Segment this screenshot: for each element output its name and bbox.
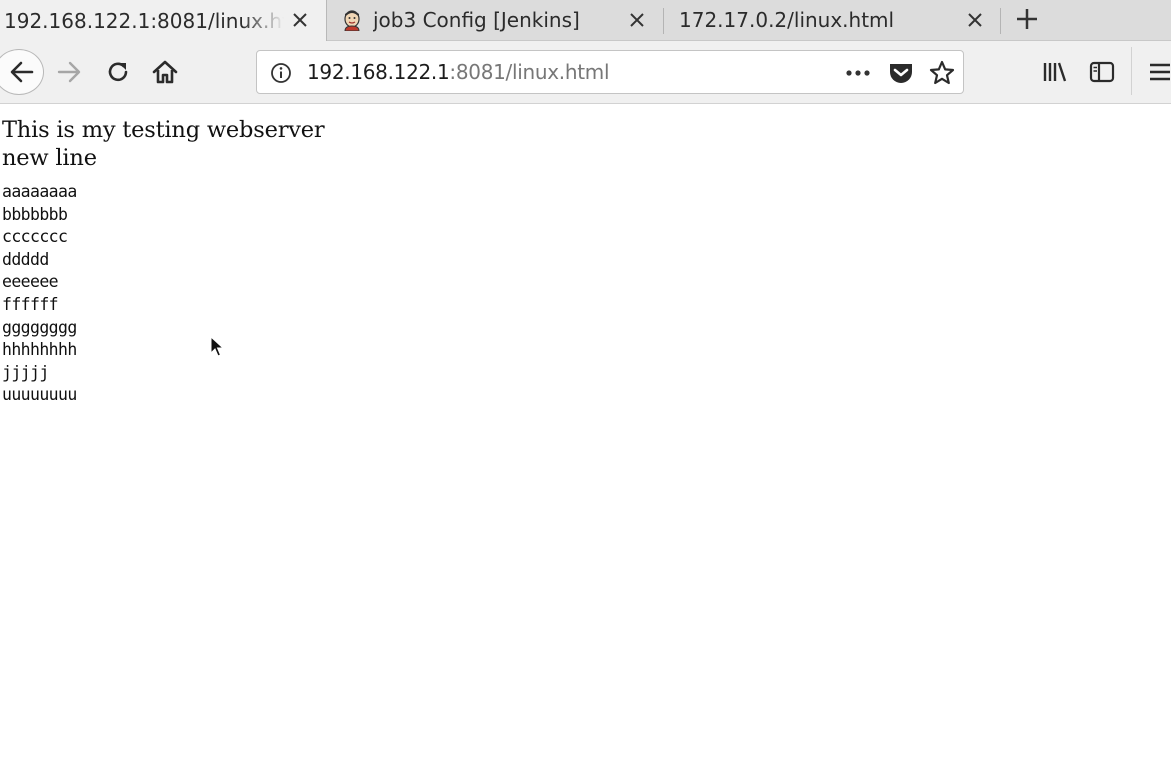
tab-linux-8081[interactable]: 192.168.122.1:8081/linux.html [0,0,327,41]
library-icon [1043,62,1067,82]
toolbar-separator [1131,47,1132,95]
navigation-toolbar: 192.168.122.1:8081/linux.html [0,41,1171,104]
page-info-button[interactable] [269,61,293,85]
info-icon [271,63,291,83]
tab-strip: 192.168.122.1:8081/linux.html job3 Confi… [0,0,1171,41]
text-line: ffffff [2,294,59,314]
text-lines: aaaaaaaa bbbbbbb ccccccc ddddd eeeeee ff… [2,181,324,407]
library-button[interactable] [1040,57,1070,87]
text-line: aaaaaaaa [2,182,77,201]
home-button[interactable] [150,57,180,87]
forward-button[interactable] [54,57,84,87]
reload-button[interactable] [103,57,133,87]
page-actions-button[interactable] [843,61,873,85]
pocket-icon [890,64,912,83]
star-icon [929,60,955,85]
page-content: This is my testing webserver new line aa… [2,116,325,407]
page-heading: This is my testing webserver new line [2,116,325,172]
pocket-button[interactable] [887,60,915,86]
arrow-right-icon [57,61,81,83]
back-button[interactable] [0,49,44,95]
close-icon[interactable] [963,8,987,32]
text-line: jjjjj [2,362,49,382]
plus-icon [1017,9,1037,29]
tab-separator [1000,8,1001,34]
home-icon [152,60,178,84]
text-line: eeeeee [2,272,59,292]
new-tab-button[interactable] [1012,4,1042,34]
text-line: bbbbbbb [2,204,68,224]
arrow-left-icon [10,61,34,83]
tab-title: 172.17.0.2/linux.html [679,8,895,32]
mouse-cursor-icon [210,336,224,357]
menu-icon [1150,63,1170,81]
sidebar-icon [1089,61,1115,83]
more-icon [846,70,870,76]
heading-line: new line [2,145,97,171]
tab-linux-docker[interactable]: 172.17.0.2/linux.html [664,0,1000,40]
tab-title: job3 Config [Jenkins] [373,8,580,32]
url-text[interactable]: 192.168.122.1:8081/linux.html [307,60,610,84]
sidebar-button[interactable] [1087,57,1117,87]
text-line: gggggggg [2,317,77,337]
tab-title: 192.168.122.1:8081/linux.html [4,8,284,33]
text-line: ccccccc [2,227,68,247]
close-icon[interactable] [288,8,312,32]
url-path: :8081/linux.html [449,60,610,84]
url-host: 192.168.122.1 [307,60,450,84]
text-line: hhhhhhhh [2,340,77,360]
close-icon[interactable] [625,8,649,32]
menu-button[interactable] [1146,57,1171,87]
text-line: ddddd [2,249,49,269]
bookmark-button[interactable] [928,59,956,87]
url-bar[interactable]: 192.168.122.1:8081/linux.html [256,50,964,94]
tab-jenkins-config[interactable]: job3 Config [Jenkins] [327,0,663,40]
text-line: uuuuuuuu [2,385,77,405]
jenkins-icon [344,10,360,31]
heading-line: This is my testing webserver [2,117,325,143]
reload-icon [108,62,128,82]
